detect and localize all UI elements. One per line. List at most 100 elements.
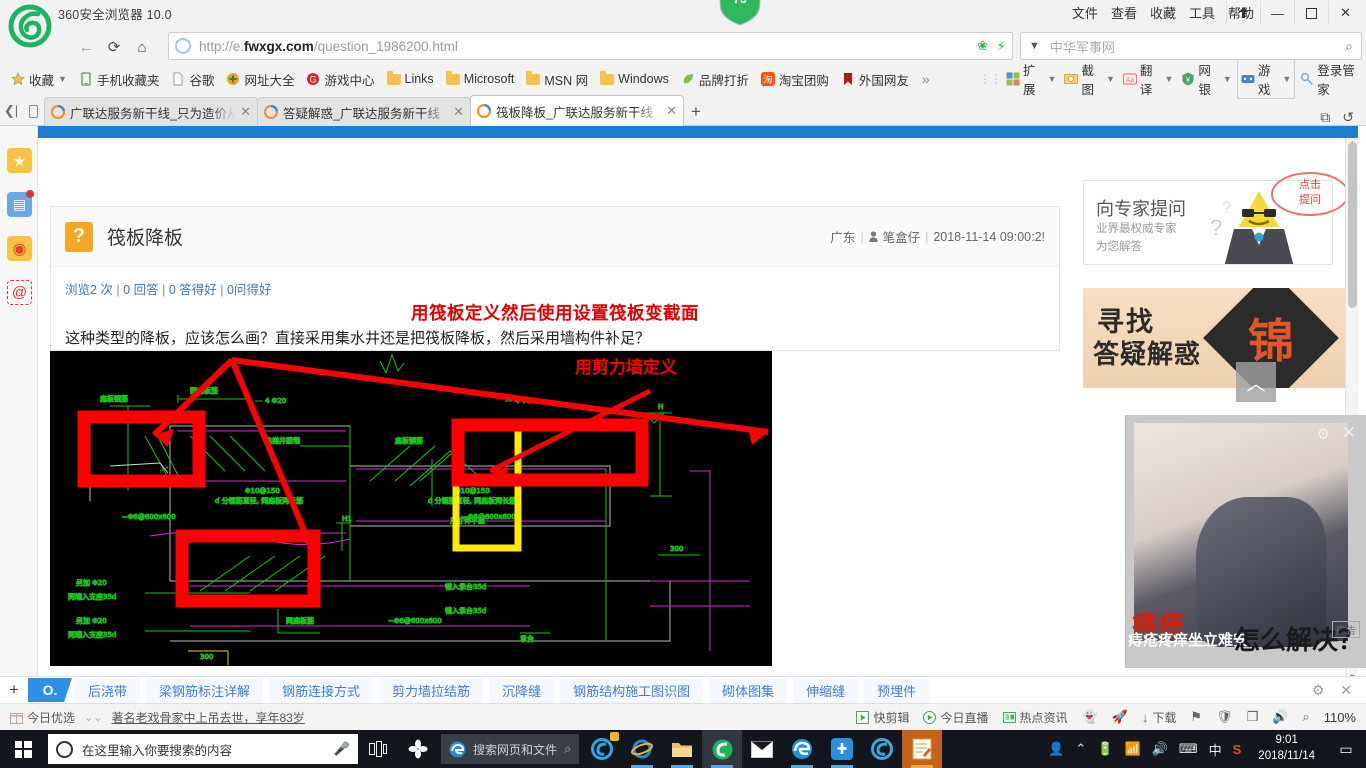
tool-screenshot[interactable]: 截图 ▼ bbox=[1061, 59, 1117, 99]
tool-login-manager[interactable]: 登录管家 bbox=[1297, 59, 1366, 99]
menu-view[interactable]: 查看 bbox=[1111, 3, 1137, 22]
taskbar-icon-360browser[interactable] bbox=[582, 730, 622, 768]
undo-close-tab-icon[interactable]: ↺ bbox=[1342, 109, 1354, 126]
tab-1[interactable]: 广联达服务新干线_只为造价从业 ✕ bbox=[44, 97, 258, 126]
shield-icon[interactable]: 🛡 bbox=[1216, 709, 1233, 725]
hot-keyword-1[interactable]: 梁钢筋标注详解 bbox=[146, 677, 264, 703]
menu-tools[interactable]: 工具 bbox=[1189, 3, 1215, 22]
sogou-icon[interactable]: S bbox=[1233, 742, 1242, 757]
home-button[interactable]: ⌂ bbox=[128, 33, 156, 61]
lightning-icon[interactable]: ⚡ bbox=[996, 38, 1006, 55]
tool-downloads[interactable]: ↓ 下载 bbox=[1142, 709, 1177, 726]
ad-expert-bubble[interactable]: 点击 提问 bbox=[1271, 172, 1349, 216]
taskbar-icon-cloud[interactable] bbox=[822, 730, 862, 768]
keyboard-icon[interactable]: ⌨ bbox=[1179, 741, 1198, 757]
rocket-icon[interactable]: 🚀 bbox=[1112, 709, 1128, 725]
chevron-down-icon[interactable]: ▼ bbox=[1106, 74, 1115, 84]
volume-icon[interactable]: 🔊 bbox=[1152, 741, 1168, 757]
chevron-down-icon[interactable]: ▼ bbox=[1223, 74, 1232, 84]
back-button[interactable]: ← bbox=[72, 33, 100, 61]
tool-quick-edit[interactable]: 快剪辑 bbox=[856, 709, 909, 726]
news-expand-icon[interactable]: ⌄⌄ bbox=[84, 711, 102, 724]
bookmark-google[interactable]: 谷歌 bbox=[166, 68, 219, 91]
hotbar-logo-tag[interactable]: O. bbox=[28, 678, 72, 702]
people-icon[interactable]: 👤 bbox=[1048, 741, 1064, 757]
zoom-level[interactable]: 110% bbox=[1324, 710, 1356, 725]
tool-extensions[interactable]: 扩展 ▼ bbox=[1003, 59, 1059, 99]
post-author[interactable]: 笔盒仔 bbox=[883, 227, 921, 246]
maximize-button[interactable] bbox=[1294, 1, 1328, 25]
bookmark-msn[interactable]: MSN 网 bbox=[521, 68, 593, 91]
taskbar-icon-360se[interactable] bbox=[702, 730, 743, 768]
bookmark-favorites[interactable]: 收藏 ▼ bbox=[6, 68, 72, 91]
hot-keyword-7[interactable]: 伸缩缝 bbox=[793, 677, 859, 703]
minimize-button[interactable]: — bbox=[1260, 1, 1294, 25]
tab-close-icon[interactable]: ✕ bbox=[240, 104, 251, 120]
new-tab-button[interactable]: + bbox=[683, 98, 709, 126]
reload-button[interactable]: ⟳ bbox=[100, 33, 128, 61]
bookmark-mobile[interactable]: 手机收藏夹 bbox=[74, 68, 165, 91]
bookmarks-overflow-button[interactable]: » bbox=[916, 71, 936, 87]
sidebar-item-mail[interactable]: @ bbox=[7, 280, 32, 305]
search-icon[interactable]: ⌕ bbox=[564, 741, 571, 757]
chevron-down-icon[interactable]: ▼ bbox=[1282, 74, 1291, 84]
taskbar-clock[interactable]: 9:01 2018/11/14 bbox=[1252, 733, 1321, 764]
flag-icon[interactable]: ⚑ bbox=[1190, 709, 1202, 725]
close-button[interactable]: ✕ bbox=[1328, 1, 1362, 25]
menu-file[interactable]: 文件 bbox=[1072, 3, 1098, 22]
taskbar-icon-ie[interactable] bbox=[622, 730, 662, 768]
taskbar-icon-notepad[interactable] bbox=[902, 730, 943, 768]
wifi-icon[interactable]: 📶 bbox=[1124, 741, 1140, 757]
hotbar-add-button[interactable]: + bbox=[0, 680, 28, 700]
chevron-down-icon[interactable]: ▼ bbox=[1164, 74, 1173, 84]
search-box[interactable]: ▼ 中华军事网 ⌕ bbox=[1020, 32, 1362, 60]
sidebar-item-favorites[interactable]: ★ bbox=[7, 148, 32, 173]
tool-games[interactable]: 游戏 ▼ bbox=[1236, 59, 1296, 99]
bookmark-navsite[interactable]: 网址大全 bbox=[221, 68, 299, 91]
back-to-top-button[interactable]: ︿ bbox=[1236, 362, 1276, 402]
popup-ad[interactable]: ⚙ ✕ 痔疮 痔疮疼痒坐立难安 怎么解决？ 广告 bbox=[1125, 415, 1366, 668]
cortana-search-box[interactable]: 在这里输入你要搜索的内容 🎤 bbox=[48, 734, 358, 764]
action-center-icon[interactable]: ▭ bbox=[1332, 741, 1360, 758]
chevron-up-icon[interactable]: ⌃ bbox=[1075, 741, 1086, 757]
window-icon[interactable]: ❐ bbox=[1247, 709, 1259, 725]
tab-close-icon[interactable]: ✕ bbox=[453, 104, 464, 120]
hot-keyword-0[interactable]: 后浇带 bbox=[75, 677, 141, 703]
chevron-down-icon[interactable]: ▼ bbox=[1048, 74, 1057, 84]
bookmark-taobao[interactable]: 淘 淘宝团购 bbox=[756, 68, 834, 91]
bookmark-foreign-friends[interactable]: 外国网友 bbox=[836, 68, 914, 91]
hot-keyword-5[interactable]: 钢筋结构施工图识图 bbox=[560, 677, 704, 703]
ghost-icon[interactable]: 👻 bbox=[1082, 709, 1098, 725]
battery-icon[interactable]: 🔋 bbox=[1097, 741, 1113, 757]
ad-jin-banner[interactable]: 锦 寻找 答疑解惑 bbox=[1083, 288, 1348, 388]
tab-scroll-left-button[interactable]: ❮| bbox=[0, 96, 22, 126]
hot-keyword-8[interactable]: 预埋件 bbox=[864, 677, 930, 703]
taskbar-icon-snowflake[interactable] bbox=[398, 730, 438, 768]
restore-tab-icon[interactable]: ⧉ bbox=[1320, 109, 1330, 126]
search-icon[interactable]: ⌕ bbox=[1345, 38, 1353, 55]
pin-window-button[interactable] bbox=[1226, 1, 1260, 25]
tab-close-icon[interactable]: ✕ bbox=[666, 103, 677, 119]
taskbar-icon-explorer[interactable] bbox=[662, 730, 702, 768]
tab-3[interactable]: 筏板降板_广联达服务新干线 ✕ bbox=[470, 95, 684, 126]
tool-translate[interactable]: Aa 翻译 ▼ bbox=[1120, 59, 1176, 99]
gear-icon[interactable]: ⚙ bbox=[1312, 682, 1325, 699]
toolbar-drag-handle[interactable]: ⋮⋮ bbox=[979, 72, 1002, 86]
taskbar-icon-mail[interactable] bbox=[742, 730, 782, 768]
safety-score-badge[interactable]: 73 bbox=[714, 0, 766, 26]
popup-ad-close-icon[interactable]: ✕ bbox=[1342, 423, 1356, 443]
edge-search-box[interactable]: 搜索网页和文件 ⌕ bbox=[441, 734, 580, 764]
news-headline-link[interactable]: 著名老戏骨家中上吊去世，享年83岁 bbox=[111, 709, 304, 726]
scrollbar-thumb[interactable] bbox=[1348, 142, 1357, 308]
bookmark-brand-sale[interactable]: 品牌打折 bbox=[676, 68, 754, 91]
start-button[interactable] bbox=[0, 730, 46, 768]
search-engine-dropdown-icon[interactable]: ▼ bbox=[1029, 40, 1040, 52]
tool-live-today[interactable]: 今日直播 bbox=[923, 709, 989, 726]
tab-2[interactable]: 答疑解惑_广联达服务新干线 ✕ bbox=[257, 97, 471, 126]
sidebar-item-news[interactable]: ▤ bbox=[7, 190, 34, 217]
taskbar-icon-360safe[interactable] bbox=[862, 730, 902, 768]
mic-icon[interactable]: 🎤 bbox=[334, 741, 350, 757]
taskbar-icon-edge[interactable] bbox=[782, 730, 822, 768]
hot-keyword-6[interactable]: 砌体图集 bbox=[709, 677, 788, 703]
today-picks[interactable]: 今日优选 bbox=[10, 709, 75, 726]
